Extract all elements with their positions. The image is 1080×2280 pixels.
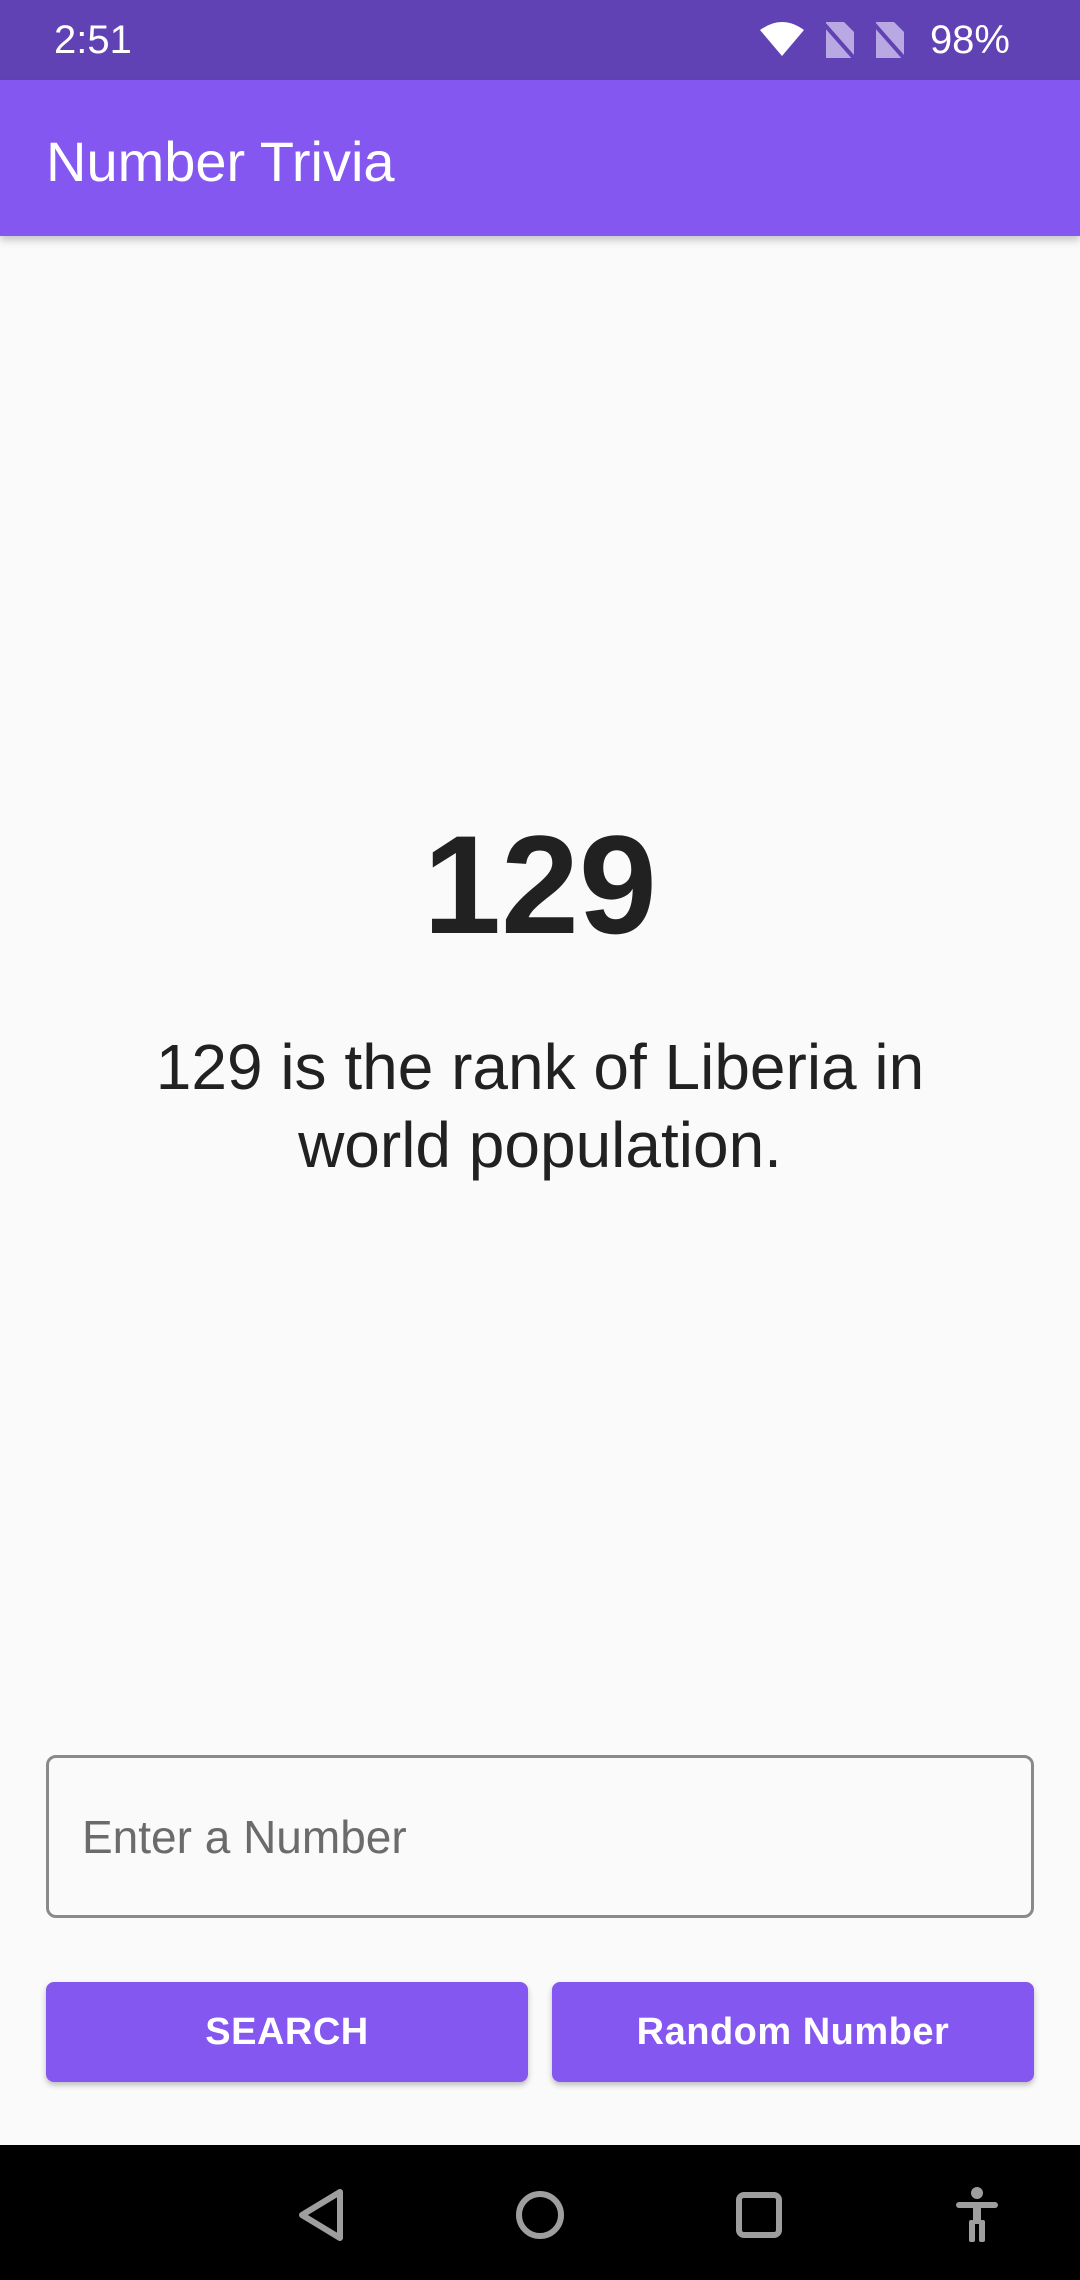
no-sim-icon — [872, 20, 906, 60]
trivia-text: 129 is the rank of Liberia in world popu… — [155, 1031, 925, 1181]
back-icon[interactable] — [281, 2175, 361, 2255]
app-title: Number Trivia — [46, 130, 395, 193]
screen: 2:51 98% Number Trivia 129 129 is the ra… — [0, 0, 1080, 2280]
battery-level: 98% — [929, 18, 1010, 62]
home-icon[interactable] — [500, 2175, 580, 2255]
recents-icon[interactable] — [719, 2175, 799, 2255]
search-button[interactable]: SEARCH — [46, 1982, 528, 2082]
number-input[interactable] — [46, 1755, 1034, 1918]
trivia-number: 129 — [423, 806, 657, 963]
random-number-button[interactable]: Random Number — [552, 1982, 1034, 2082]
status-icons: 98% — [758, 16, 1010, 64]
app-bar: Number Trivia — [0, 80, 1080, 236]
wifi-icon — [758, 20, 806, 60]
no-sim-icon — [822, 20, 856, 60]
status-bar: 2:51 98% — [0, 0, 1080, 80]
status-time: 2:51 — [54, 18, 132, 62]
accessibility-icon[interactable] — [937, 2175, 1017, 2255]
nav-bar — [0, 2145, 1080, 2280]
